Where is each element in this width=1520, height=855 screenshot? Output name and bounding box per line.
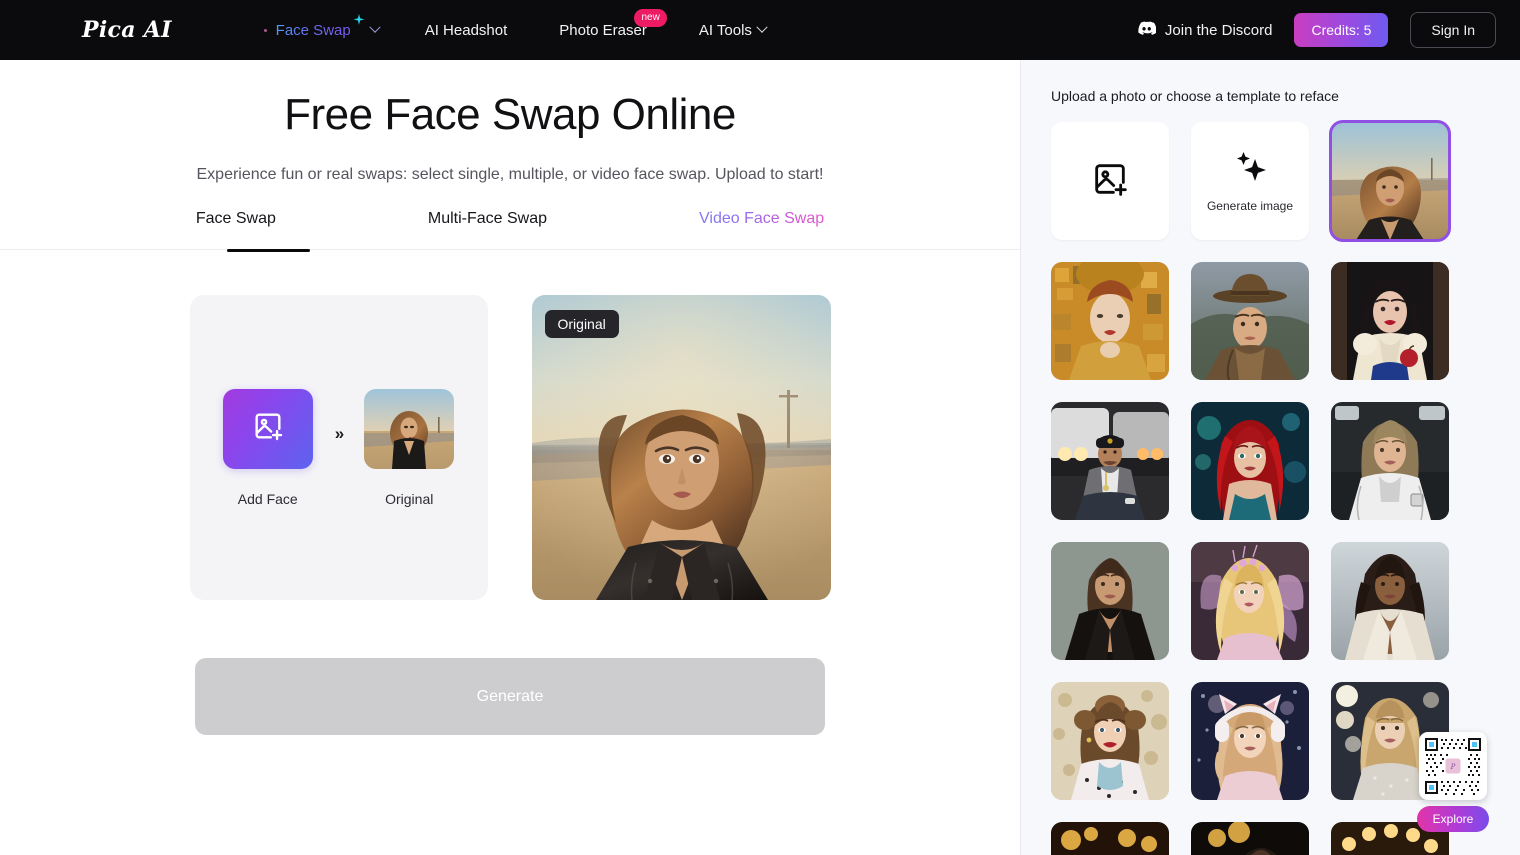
template-tile-black-blazer-woman[interactable] [1051, 542, 1169, 660]
preview-image[interactable]: Original [531, 295, 831, 600]
top-navbar: Pica AI Face Swap AI Headshot Photo Eras… [0, 0, 1520, 60]
template-tile-klimt-golden-portrait[interactable] [1051, 262, 1169, 380]
template-tile-bokeh-lights-b[interactable] [1191, 822, 1309, 855]
main-panel: Free Face Swap Online Experience fun or … [0, 60, 1020, 855]
sidebar-title: Upload a photo or choose a template to r… [1051, 88, 1339, 104]
source-face-label: Original [385, 490, 434, 507]
generate-image-tile[interactable]: Generate image [1191, 122, 1309, 240]
bullet-dot-icon [263, 28, 267, 32]
navbar-right-group: Join the Discord Credits: 5 Sign In [1137, 12, 1496, 48]
mode-tabs: Face Swap Multi-Face Swap Video Face Swa… [0, 210, 1020, 228]
source-face-thumbnail[interactable] [364, 388, 455, 469]
face-upload-card: Add Face » Original [189, 295, 488, 600]
workspace: Add Face » Original Original [0, 295, 1020, 600]
preview-portrait-art [531, 295, 831, 600]
join-discord-label: Join the Discord [1164, 21, 1273, 39]
generate-button[interactable]: Generate [195, 658, 825, 735]
template-tile-red-hair-woman[interactable] [1191, 402, 1309, 520]
original-badge: Original [544, 310, 619, 338]
nav-item-ai-tools[interactable]: AI Tools [673, 0, 792, 60]
hero-section: Free Face Swap Online Experience fun or … [0, 60, 1020, 184]
tab-video-face-swap[interactable]: Video Face Swap [689, 210, 834, 228]
add-image-icon [251, 409, 285, 448]
sparkles-icon [1231, 150, 1269, 189]
desert-portrait-thumb-art [364, 388, 455, 469]
template-tile-street-beanie-man[interactable] [1051, 402, 1169, 520]
add-face-button[interactable] [222, 388, 313, 469]
nav-item-photo-eraser[interactable]: Photo Eraser new [533, 0, 673, 60]
credits-button[interactable]: Credits: 5 [1294, 13, 1389, 47]
template-tile-white-jacket-woman[interactable] [1331, 402, 1449, 520]
nav-item-ai-headshot[interactable]: AI Headshot [399, 0, 534, 60]
join-discord-link[interactable]: Join the Discord [1137, 21, 1273, 40]
template-sidebar: Upload a photo or choose a template to r… [1020, 60, 1520, 855]
add-face-slot[interactable]: Add Face [222, 388, 313, 507]
nav-item-label: AI Headshot [424, 21, 508, 39]
template-tile-snow-white-apple[interactable] [1331, 262, 1449, 380]
svg-text:P: P [1450, 763, 1456, 771]
nav-item-label: Face Swap [275, 21, 351, 39]
tab-multi-face-swap[interactable]: Multi-Face Swap [418, 210, 557, 228]
swap-arrow-icon: » [334, 423, 345, 443]
add-image-icon [1090, 159, 1130, 204]
template-tile-bokeh-lights-a[interactable] [1051, 822, 1169, 855]
add-face-label: Add Face [237, 490, 298, 507]
tabs-divider [0, 249, 1020, 252]
sign-in-button[interactable]: Sign In [1410, 12, 1496, 48]
nav-item-face-swap[interactable]: Face Swap [263, 0, 399, 60]
new-badge: new [634, 9, 667, 27]
template-tile-cream-suit-woman[interactable] [1331, 542, 1449, 660]
body-row: Free Face Swap Online Experience fun or … [0, 60, 1520, 855]
app-root: Pica AI Face Swap AI Headshot Photo Eras… [0, 0, 1520, 855]
template-tile-vintage-pinup-woman[interactable] [1051, 682, 1169, 800]
nav-item-label: Photo Eraser [559, 21, 647, 39]
template-tile-cat-ear-headphones-woman[interactable] [1191, 682, 1309, 800]
page-subtitle: Experience fun or real swaps: select sin… [196, 166, 824, 183]
sparkle-icon [353, 14, 365, 28]
active-tab-underline [227, 249, 310, 252]
template-tile-desert-leather-jacket-woman[interactable] [1329, 120, 1451, 242]
nav-item-label: AI Tools [698, 21, 752, 39]
source-face-slot[interactable]: Original [364, 388, 455, 507]
brand-logo[interactable]: Pica AI [82, 17, 172, 43]
upload-photo-tile[interactable] [1051, 122, 1169, 240]
tab-face-swap[interactable]: Face Swap [186, 210, 286, 228]
page-title: Free Face Swap Online [284, 90, 736, 139]
discord-icon [1137, 21, 1157, 40]
generate-image-label: Generate image [1206, 198, 1294, 213]
template-tile-fairy-wings-blonde[interactable] [1191, 542, 1309, 660]
nav-links: Face Swap AI Headshot Photo Eraser new A… [263, 0, 792, 60]
chevron-down-icon [756, 21, 768, 33]
explore-button[interactable]: Explore [1416, 806, 1490, 832]
chevron-down-icon [369, 21, 381, 33]
qr-code-icon[interactable]: P [1419, 732, 1487, 800]
template-tile-cowboy-hat-man[interactable] [1191, 262, 1309, 380]
qr-explore-widget: P Explore [1416, 732, 1490, 832]
